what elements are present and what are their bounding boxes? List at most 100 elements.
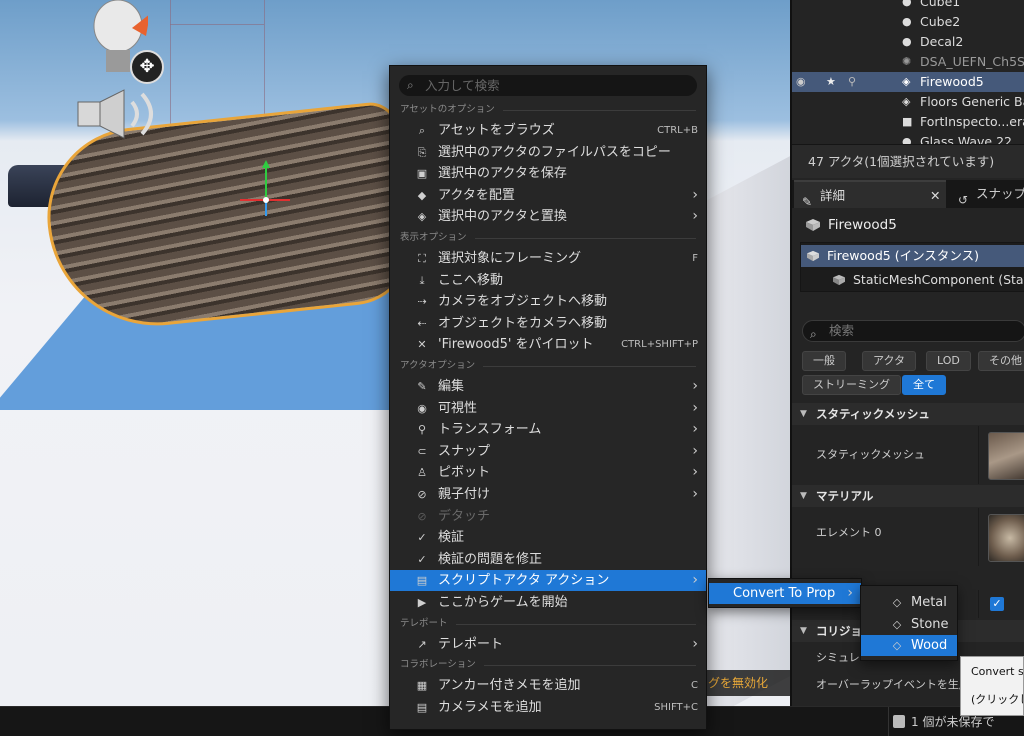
menu-item-place-actor[interactable]: ◆ アクタを配置 › — [390, 185, 706, 206]
menu-item-eye[interactable]: ◉ 可視性 › — [390, 398, 706, 419]
close-icon[interactable]: ✕ — [930, 182, 940, 210]
camera-to-object-icon: ⇢ — [417, 295, 427, 309]
menu-search-input[interactable]: ⌕ 入力して検索 — [399, 75, 697, 96]
menu-item-play[interactable]: ▶ ここからゲームを開始 — [390, 592, 706, 613]
static-mesh-thumbnail[interactable] — [988, 432, 1024, 480]
fix-validate-icon: ✓ — [417, 552, 427, 566]
menu-item-label: 親子付け — [438, 487, 491, 502]
outliner-row-label: Floors Generic Ba — [920, 94, 1024, 109]
category-material[interactable]: ▼ マテリアル — [792, 485, 1024, 507]
menu-item-label: 検証の問題を修正 — [438, 551, 543, 567]
visibility-eye-icon[interactable]: ◉ — [796, 72, 806, 92]
menu-item-frame[interactable]: ⛶ 選択対象にフレーミング F — [390, 248, 706, 269]
viewport-banner[interactable]: グを無効化 — [700, 670, 790, 696]
divider — [978, 590, 979, 618]
outliner-row[interactable]: ✺ DSA_UEFN_Ch5ST — [792, 52, 1024, 72]
transform-icon: ⚲ — [417, 423, 427, 437]
menu-item-save[interactable]: ▣ 選択中のアクタを保存 — [390, 163, 706, 184]
camera-note-icon: ▤ — [416, 700, 428, 714]
menu-item-label: トランスフォーム — [438, 422, 542, 438]
menu-item-camera-to-object[interactable]: ⇢ カメラをオブジェクトへ移動 — [390, 291, 706, 312]
filter-lod[interactable]: LOD — [926, 351, 971, 371]
component-row-staticmesh[interactable]: StaticMeshComponent (Static — [801, 269, 1024, 291]
object-to-camera-icon: ⇠ — [417, 316, 427, 330]
unsaved-label: 1 個が未保存で — [911, 715, 995, 729]
chevron-right-icon: › — [692, 186, 698, 203]
menu-item-label: ここからゲームを開始 — [438, 595, 568, 610]
sphere-icon: ● — [902, 15, 912, 28]
material-thumbnail[interactable] — [988, 514, 1024, 562]
outliner-row[interactable]: ■ FortInspecto...eraC — [792, 112, 1024, 132]
menu-item-script[interactable]: ▤ スクリプトアクタ アクション › — [390, 570, 706, 592]
outliner-row[interactable]: ● Cube2 — [792, 12, 1024, 32]
menu-item-edit[interactable]: ✎ 編集 › — [390, 376, 706, 397]
browse-icon: ⌕ — [418, 124, 426, 137]
outliner-row[interactable]: ◈ Floors Generic Ba — [792, 92, 1024, 112]
checkbox[interactable]: ✓ — [990, 597, 1004, 611]
menu-item-attach[interactable]: ⊘ 親子付け › — [390, 484, 706, 505]
menu-item-convert-to-prop[interactable]: Convert To Prop › — [709, 583, 861, 604]
snap-icon: ⊂ — [417, 444, 427, 458]
menu-item-detach: ⊘ デタッチ — [390, 506, 706, 527]
pin-icon[interactable]: ⚲ — [848, 72, 856, 92]
menu-item-object-to-camera[interactable]: ⇠ オブジェクトをカメラへ移動 — [390, 313, 706, 334]
outliner-row[interactable]: ● Cube1 — [792, 0, 1024, 12]
menu-item-label: デタッチ — [438, 508, 491, 524]
menu-item-anchor-note[interactable]: ▦ アンカー付きメモを追加 C — [390, 675, 706, 696]
section-divider — [483, 366, 696, 367]
menu-item-fix-validate[interactable]: ✓ 検証の問題を修正 — [390, 549, 706, 570]
chevron-right-icon: › — [692, 378, 698, 394]
category-material-label: マテリアル — [816, 489, 874, 503]
chevron-right-icon: › — [692, 572, 698, 589]
move-handle-icon[interactable]: ✥ — [130, 50, 164, 84]
context-menu: ⌕ 入力して検索 アセットのオプション ⌕ アセットをブラウズ CTRL+B ⎘ 選択中の… — [389, 65, 707, 730]
wall-mesh — [700, 156, 790, 706]
outliner-row-label: DSA_UEFN_Ch5ST — [920, 54, 1024, 69]
validate-icon: ✓ — [417, 531, 427, 545]
component-instance-label: Firewood5 (インスタンス) — [827, 248, 979, 263]
menu-item-goto[interactable]: ⤓ ここへ移動 — [390, 270, 706, 291]
frame-line — [264, 0, 265, 120]
tab-details[interactable]: ✎ 詳細 ✕ — [794, 180, 946, 210]
menu-item-replace[interactable]: ◈ 選択中のアクタと置換 › — [390, 206, 706, 227]
star-icon[interactable]: ★ — [826, 72, 836, 92]
tab-snap[interactable]: ↺ スナップ — [950, 180, 1024, 208]
camera-icon: ■ — [902, 115, 913, 128]
menu-item-browse[interactable]: ⌕ アセットをブラウズ CTRL+B — [390, 120, 706, 141]
section-divider — [484, 665, 696, 667]
attach-icon: ⊘ — [417, 488, 427, 501]
outliner-row[interactable]: ● Decal2 — [792, 32, 1024, 52]
menu-item-pilot[interactable]: ✕ 'Firewood5' をパイロット CTRL+SHIFT+P — [390, 334, 706, 355]
component-row-instance[interactable]: Firewood5 (インスタンス) — [801, 245, 1024, 267]
filter-all[interactable]: 全て — [902, 375, 946, 395]
menu-section-label: コラボレーション — [400, 659, 476, 671]
menu-item-transform[interactable]: ⚲ トランスフォーム › — [390, 419, 706, 440]
menu-item-label: オブジェクトをカメラへ移動 — [438, 315, 608, 331]
tab-details-label: 詳細 — [820, 188, 846, 203]
category-static-mesh[interactable]: ▼ スタティックメッシュ — [792, 403, 1024, 425]
menu-item-copy-path[interactable]: ⎘ 選択中のアクタのファイルパスをコピー — [390, 142, 706, 163]
shortcut-label: C — [691, 680, 698, 692]
outliner-row[interactable]: ◉ ★ ⚲ ◈ Firewood5 — [792, 72, 1024, 92]
filter-actor[interactable]: アクタ — [862, 351, 917, 371]
menu-item-material-wood[interactable]: ◇ Wood — [861, 635, 957, 656]
menu-item-validate[interactable]: ✓ 検証 — [390, 527, 706, 548]
chevron-right-icon: › — [692, 486, 698, 502]
menu-search-placeholder: 入力して検索 — [425, 78, 500, 93]
filter-general[interactable]: 一般 — [802, 351, 846, 371]
filter-streaming[interactable]: ストリーミング — [802, 375, 901, 395]
menu-item-material-metal[interactable]: ◇ Metal — [861, 592, 957, 613]
menu-item-camera-note[interactable]: ▤ カメラメモを追加 SHIFT+C — [390, 697, 706, 718]
menu-item-pivot[interactable]: ♙ ピボット › — [390, 462, 706, 483]
transform-gizmo-icon[interactable] — [236, 160, 296, 220]
menu-item-teleport[interactable]: ↗ テレポート › — [390, 634, 706, 655]
edit-icon: ✎ — [417, 380, 427, 393]
filter-other[interactable]: その他 — [978, 351, 1024, 371]
menu-item-label: アセットをブラウズ — [438, 123, 555, 138]
menu-item-material-stone[interactable]: ◇ Stone — [861, 614, 957, 635]
save-icon: ▣ — [416, 167, 428, 181]
speaker-icon[interactable] — [76, 88, 166, 140]
menu-item-snap[interactable]: ⊂ スナップ › — [390, 441, 706, 462]
component-staticmesh-label: StaticMeshComponent (Static — [853, 272, 1024, 287]
details-search-input[interactable]: ⌕ 検索 — [802, 320, 1024, 342]
